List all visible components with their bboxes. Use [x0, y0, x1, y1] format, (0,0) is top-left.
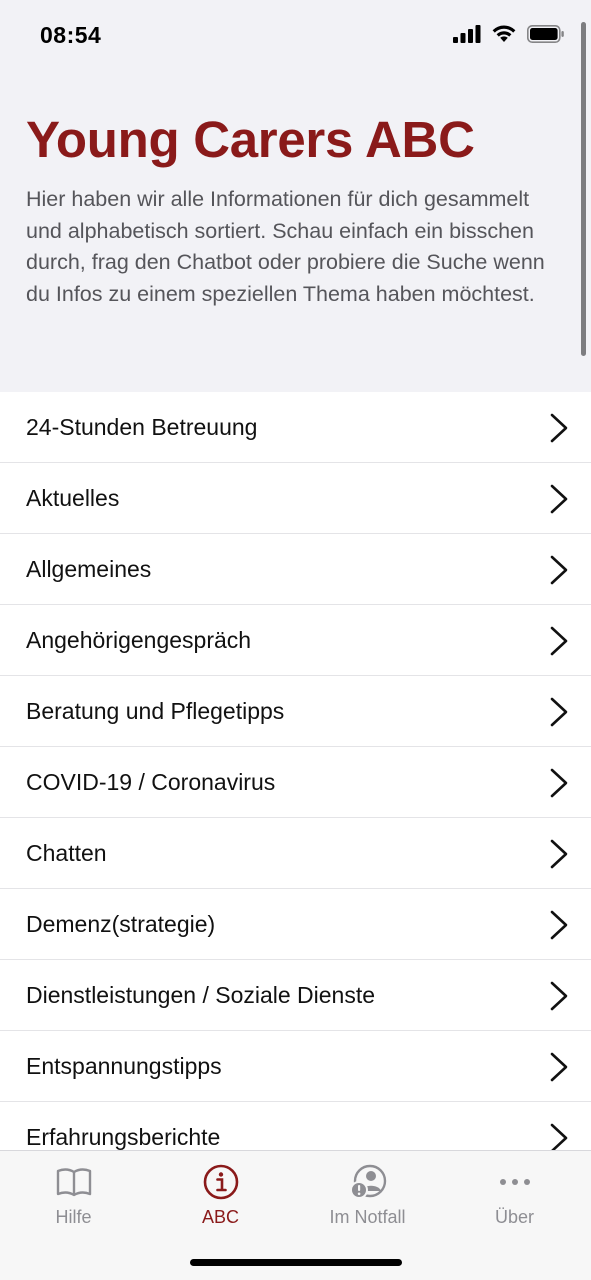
- list-item-entspannungstipps[interactable]: Entspannungstipps: [0, 1031, 591, 1102]
- home-indicator[interactable]: [190, 1259, 402, 1266]
- list-item-label: Angehörigengespräch: [26, 627, 252, 653]
- list-item-label: Erfahrungsberichte: [26, 1124, 221, 1150]
- chevron-right-icon: [550, 555, 568, 584]
- chevron-right-icon: [550, 1052, 568, 1081]
- chevron-right-icon: [550, 839, 568, 868]
- list-item-label: Demenz(strategie): [26, 911, 216, 937]
- tab-label: Im Notfall: [329, 1207, 406, 1227]
- list-item-beratung-und-pflegetipps[interactable]: Beratung und Pflegetipps: [0, 676, 591, 747]
- list-item-label: Dienstleistungen / Soziale Dienste: [26, 982, 376, 1008]
- tab-im-notfall[interactable]: Im Notfall: [294, 1161, 441, 1235]
- list-item-label: COVID-19 / Coronavirus: [26, 769, 276, 795]
- list-item-aktuelles[interactable]: Aktuelles: [0, 463, 591, 534]
- chevron-right-icon: [550, 1123, 568, 1150]
- info-icon: [203, 1164, 238, 1200]
- list-item-label: Aktuelles: [26, 485, 120, 511]
- list-item-angehoerigengespraech[interactable]: Angehörigengespräch: [0, 605, 591, 676]
- list-item-demenz-strategie[interactable]: Demenz(strategie): [0, 889, 591, 960]
- chevron-right-icon: [550, 697, 568, 726]
- list-item-covid-19-coronavirus[interactable]: COVID-19 / Coronavirus: [0, 747, 591, 818]
- list-item-erfahrungsberichte[interactable]: Erfahrungsberichte: [0, 1102, 591, 1150]
- book-icon: [56, 1168, 91, 1197]
- list-item-allgemeines[interactable]: Allgemeines: [0, 534, 591, 605]
- tab-label: Hilfe: [55, 1207, 92, 1227]
- tab-hilfe[interactable]: Hilfe: [0, 1161, 147, 1235]
- page-title: Young Carers ABC: [26, 111, 475, 168]
- list-item-label: Beratung und Pflegetipps: [26, 698, 285, 724]
- cellular-signal-icon: [453, 24, 481, 43]
- list-item-24-stunden-betreuung[interactable]: 24-Stunden Betreuung: [0, 392, 591, 463]
- header: Young Carers ABC Hier haben wir alle Inf…: [0, 72, 591, 392]
- tab-label: ABC: [201, 1207, 239, 1227]
- list-item-dienstleistungen-soziale-dienste[interactable]: Dienstleistungen / Soziale Dienste: [0, 960, 591, 1031]
- chevron-right-icon: [550, 910, 568, 939]
- status-time: 08:54: [40, 22, 102, 48]
- chevron-right-icon: [550, 626, 568, 655]
- battery-icon: [527, 24, 564, 43]
- list-item-label: Chatten: [26, 840, 107, 866]
- tab-abc[interactable]: ABC: [147, 1161, 294, 1235]
- emergency-person-icon: [349, 1164, 386, 1199]
- chevron-right-icon: [550, 413, 568, 442]
- chevron-right-icon: [550, 768, 568, 797]
- wifi-icon: [492, 25, 516, 42]
- list-item-label: Entspannungstipps: [26, 1053, 222, 1079]
- status-bar: 08:54: [0, 0, 591, 72]
- list-item-label: 24-Stunden Betreuung: [26, 414, 258, 440]
- list-item-label: Allgemeines: [26, 556, 152, 582]
- topic-list: 24-Stunden Betreuung Aktuelles Allgemein…: [0, 392, 591, 1150]
- more-icon: [499, 1179, 530, 1185]
- chevron-right-icon: [550, 484, 568, 513]
- chevron-right-icon: [550, 981, 568, 1010]
- status-icons: [453, 24, 565, 43]
- page-intro: Hier haben wir alle Informationen für di…: [26, 187, 545, 306]
- tab-label: Über: [494, 1207, 534, 1227]
- list-item-chatten[interactable]: Chatten: [0, 818, 591, 889]
- tab-ueber[interactable]: Über: [441, 1161, 588, 1235]
